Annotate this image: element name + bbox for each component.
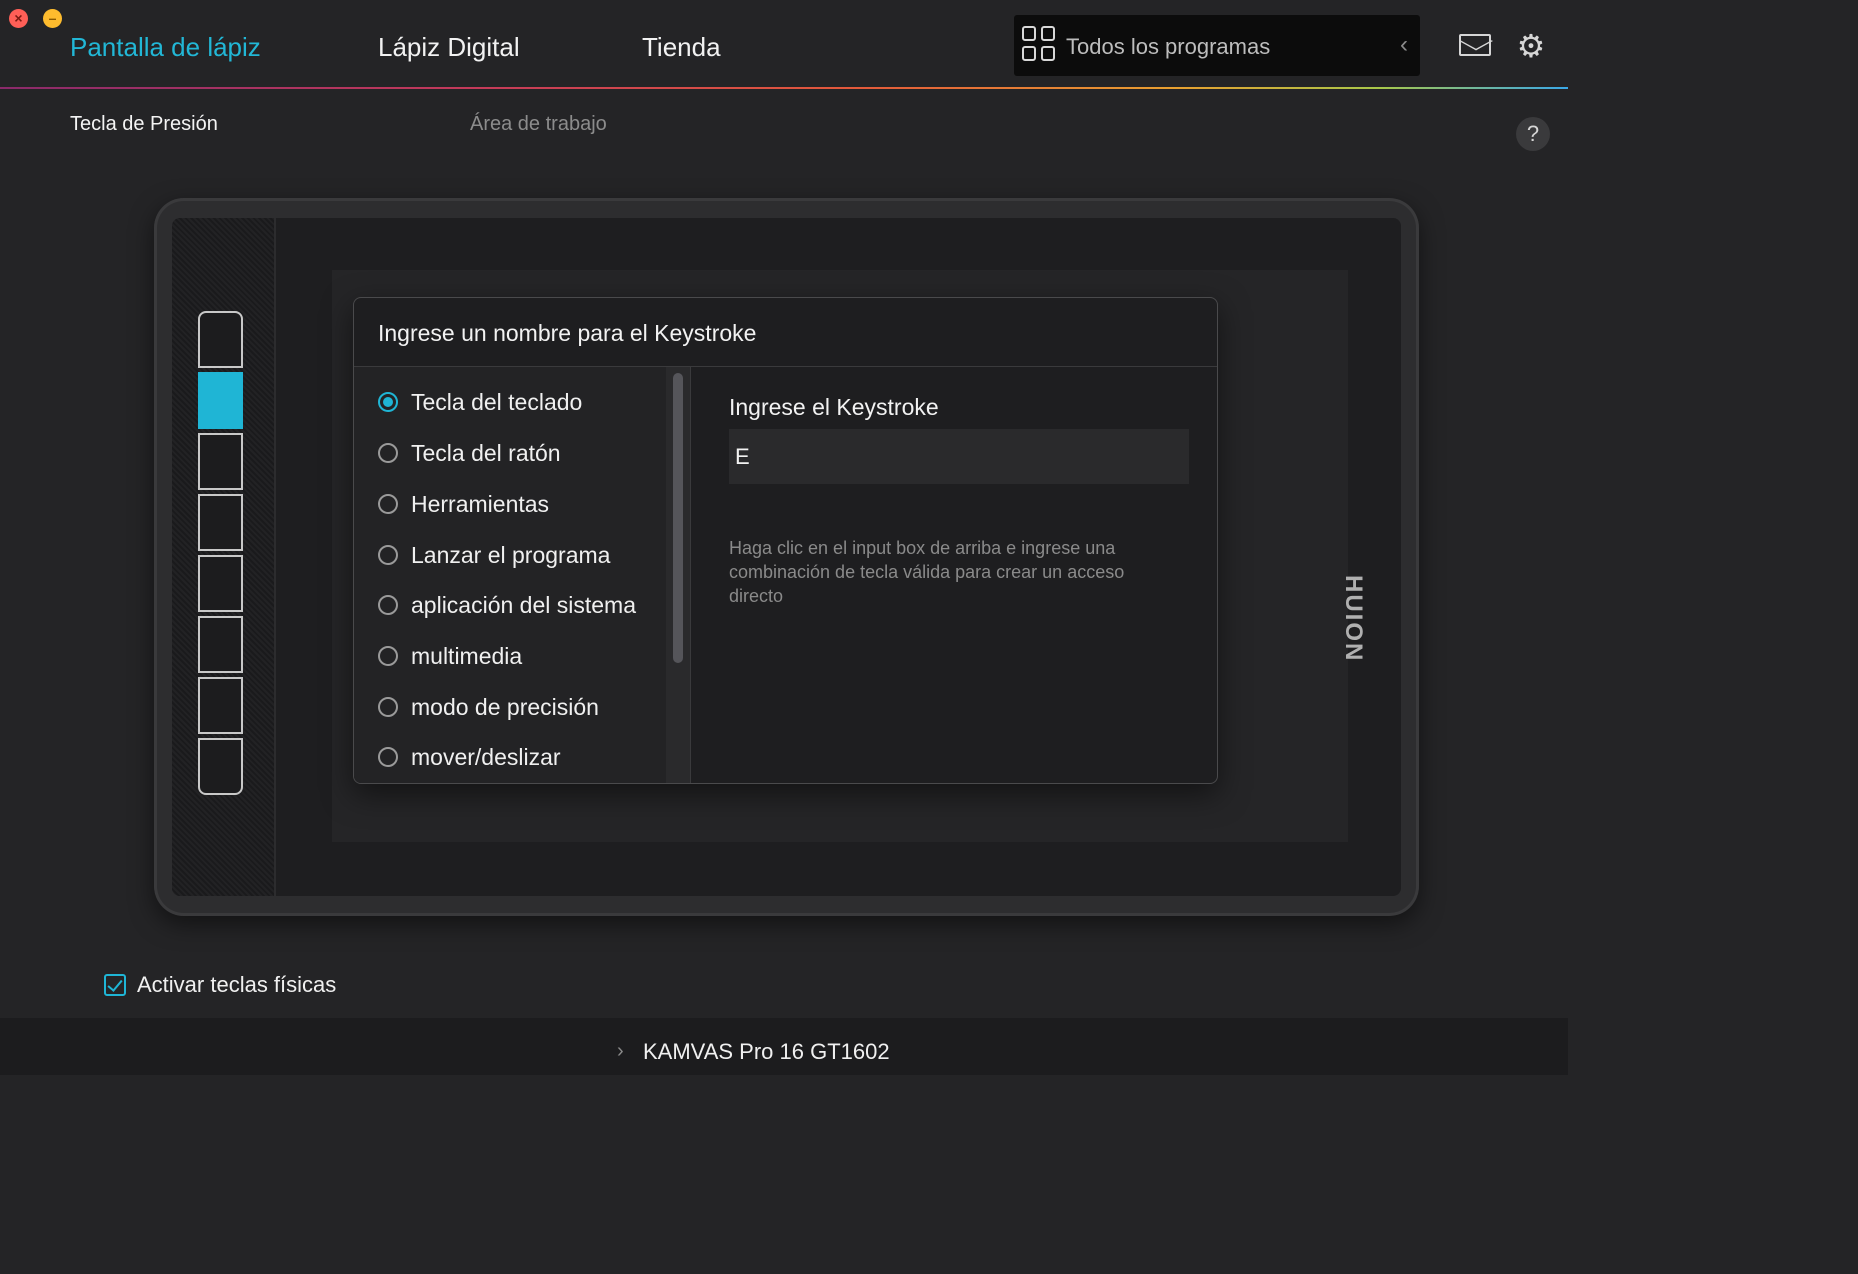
option-label: Lanzar el programa (411, 541, 611, 568)
enable-keys-checkbox[interactable] (104, 974, 126, 996)
device-name[interactable]: KAMVAS Pro 16 GT1602 (643, 1039, 890, 1065)
function-options-list: Tecla del teclado Tecla del ratón Herram… (354, 367, 666, 783)
device-footer: › KAMVAS Pro 16 GT1602 (0, 1018, 1568, 1075)
scrollbar-thumb[interactable] (673, 373, 683, 663)
option-label: Tecla del teclado (411, 388, 583, 415)
options-scrollbar[interactable] (666, 367, 691, 783)
option-modo-de-precision[interactable]: modo de precisión (378, 692, 599, 722)
keystroke-label: Ingrese el Keystroke (729, 394, 939, 420)
subtab-tecla-de-presion[interactable]: Tecla de Presión (70, 113, 218, 136)
enable-keys-label: Activar teclas físicas (137, 972, 337, 997)
option-label: Herramientas (411, 490, 550, 517)
radio-icon (378, 697, 398, 717)
mail-icon[interactable] (1459, 34, 1491, 56)
express-key-8[interactable] (198, 738, 243, 795)
option-label: Tecla del ratón (411, 439, 561, 466)
express-key-4[interactable] (198, 494, 243, 551)
express-key-7[interactable] (198, 677, 243, 734)
subtab-area-de-trabajo[interactable]: Área de trabajo (470, 113, 607, 136)
dialog-title: Ingrese un nombre para el Keystroke (378, 320, 757, 346)
express-key-6[interactable] (198, 616, 243, 673)
radio-icon (378, 443, 398, 463)
radio-icon (378, 747, 398, 767)
help-button[interactable]: ? (1516, 117, 1550, 151)
option-label: mover/deslizar (411, 743, 561, 770)
option-mover-deslizar[interactable]: mover/deslizar (378, 742, 561, 772)
express-keys-strip (172, 218, 276, 896)
tab-pantalla-de-lapiz[interactable]: Pantalla de lápiz (70, 32, 261, 63)
radio-icon (378, 646, 398, 666)
gear-icon[interactable]: ⚙ (1514, 29, 1548, 63)
option-label: multimedia (411, 642, 523, 669)
tab-lapiz-digital[interactable]: Lápiz Digital (378, 32, 520, 63)
keystroke-hint: Haga clic en el input box de arriba e in… (729, 538, 1125, 606)
express-key-5[interactable] (198, 555, 243, 612)
option-label: aplicación del sistema (411, 591, 637, 618)
top-nav: Pantalla de lápiz Lápiz Digital Tienda T… (0, 0, 1568, 88)
express-key-3[interactable] (198, 433, 243, 490)
radio-icon (378, 545, 398, 565)
express-key-2[interactable] (198, 372, 243, 429)
option-multimedia[interactable]: multimedia (378, 641, 522, 671)
tab-tienda[interactable]: Tienda (642, 32, 721, 63)
program-select[interactable]: Todos los programas ‹ (1014, 15, 1420, 76)
option-herramientas[interactable]: Herramientas (378, 489, 549, 519)
option-tecla-del-teclado[interactable]: Tecla del teclado (378, 387, 582, 417)
keystroke-input[interactable] (729, 429, 1189, 484)
option-tecla-del-raton[interactable]: Tecla del ratón (378, 438, 561, 468)
radio-icon (378, 494, 398, 514)
huion-logo: HUION (1340, 575, 1367, 663)
radio-icon (378, 595, 398, 615)
nav-divider (0, 87, 1568, 89)
chevron-left-icon: ‹ (1400, 31, 1408, 58)
express-key-1[interactable] (198, 311, 243, 368)
chevron-right-icon: › (617, 1040, 624, 1062)
option-lanzar-el-programa[interactable]: Lanzar el programa (378, 540, 610, 570)
radio-selected-icon (378, 392, 398, 412)
option-label: modo de precisión (411, 693, 599, 720)
option-aplicacion-del-sistema[interactable]: aplicación del sistema (378, 590, 636, 620)
grid-icon (1022, 26, 1058, 64)
keystroke-dialog: Ingrese un nombre para el Keystroke Tecl… (353, 297, 1218, 784)
program-select-label: Todos los programas (1066, 34, 1271, 59)
